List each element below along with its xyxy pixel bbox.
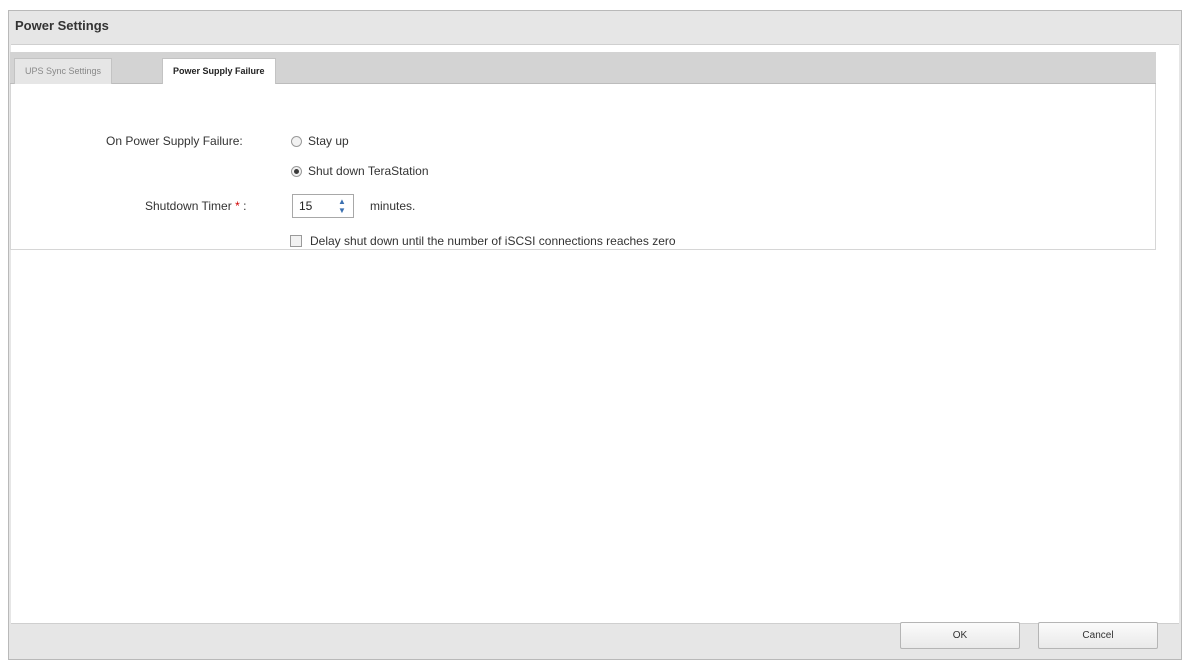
stay-up-label: Stay up bbox=[308, 134, 349, 148]
timer-unit-label: minutes. bbox=[370, 199, 416, 213]
shutdown-timer-value[interactable]: 15 bbox=[299, 199, 312, 213]
delay-shutdown-checkbox[interactable] bbox=[290, 235, 302, 247]
on-failure-label: On Power Supply Failure: bbox=[106, 134, 243, 148]
tab-power-supply-failure[interactable]: Power Supply Failure bbox=[162, 58, 276, 85]
form-panel bbox=[10, 84, 1156, 250]
shutdown-timer-text: Shutdown Timer bbox=[145, 199, 232, 213]
shut-down-radio[interactable] bbox=[291, 166, 302, 177]
delay-shutdown-label: Delay shut down until the number of iSCS… bbox=[310, 234, 676, 248]
required-star: * bbox=[235, 199, 240, 213]
shutdown-timer-label: Shutdown Timer * : bbox=[145, 199, 246, 213]
tab-ups-sync-settings[interactable]: UPS Sync Settings bbox=[14, 58, 113, 84]
stepper-arrows[interactable]: ▲ ▼ bbox=[335, 197, 349, 215]
chevron-up-icon[interactable]: ▲ bbox=[335, 197, 349, 206]
shut-down-label: Shut down TeraStation bbox=[308, 164, 429, 178]
timer-colon: : bbox=[243, 199, 247, 213]
dialog-title: Power Settings bbox=[15, 18, 109, 33]
cancel-button[interactable]: Cancel bbox=[1038, 622, 1158, 649]
tab-bar: UPS Sync Settings Power Supply Failure bbox=[10, 52, 1156, 85]
stay-up-radio[interactable] bbox=[291, 136, 302, 147]
shutdown-timer-stepper[interactable]: 15 ▲ ▼ bbox=[292, 194, 354, 218]
chevron-down-icon[interactable]: ▼ bbox=[335, 206, 349, 215]
ok-button[interactable]: OK bbox=[900, 622, 1020, 649]
